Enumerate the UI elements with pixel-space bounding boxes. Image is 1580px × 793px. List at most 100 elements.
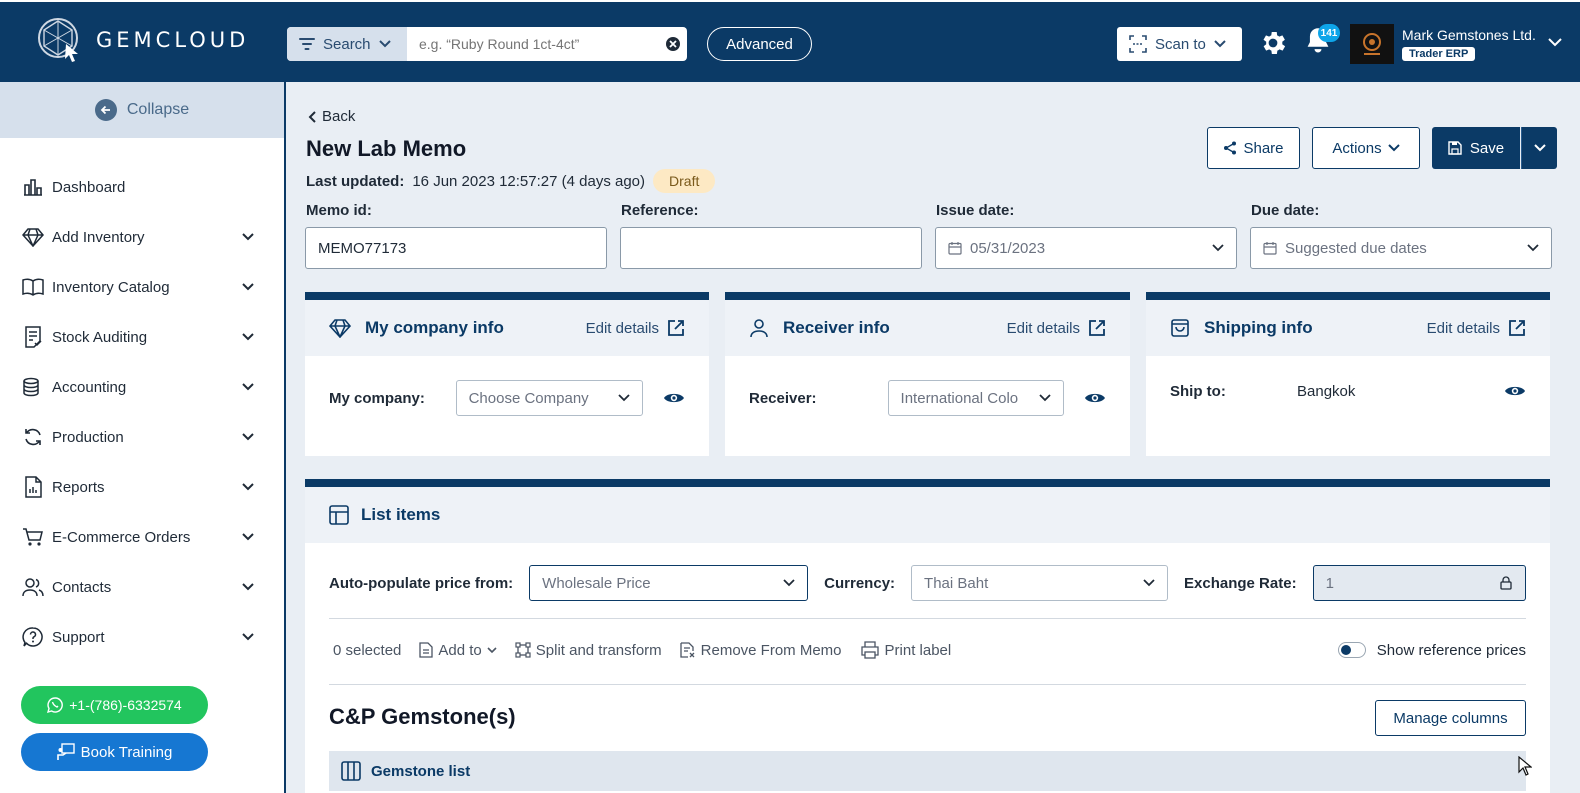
memo-id-value: MEMO77173 <box>318 239 407 257</box>
page-title: New Lab Memo <box>306 136 467 161</box>
advanced-search-button[interactable]: Advanced <box>707 27 812 61</box>
price-source-select[interactable]: Wholesale Price <box>529 565 809 601</box>
chevron-down-icon <box>1214 40 1226 48</box>
scan-to-button[interactable]: Scan to <box>1117 27 1242 61</box>
reference-field[interactable] <box>620 227 922 269</box>
eye-icon[interactable] <box>1504 383 1526 399</box>
search-type-dropdown[interactable]: Search <box>287 27 407 61</box>
notification-count-badge: 141 <box>1318 24 1340 42</box>
list-items-card: List items Auto-populate price from: Who… <box>305 479 1550 793</box>
book-training-button[interactable]: Book Training <box>21 733 208 771</box>
receiver-label: Receiver: <box>749 389 817 407</box>
sidebar-item-label: Reports <box>52 478 105 496</box>
company-label: My company: <box>329 389 425 407</box>
back-link[interactable]: Back <box>308 108 355 125</box>
settings-gear-icon[interactable] <box>1258 28 1288 58</box>
chevron-down-icon <box>1039 394 1051 402</box>
chevron-down-icon <box>1533 144 1546 152</box>
eye-icon[interactable] <box>1084 390 1106 406</box>
table-icon <box>329 505 349 525</box>
chevron-down-icon <box>242 633 254 641</box>
sidebar-item-inventory-catalog[interactable]: Inventory Catalog <box>0 262 284 312</box>
edit-company-details-link[interactable]: Edit details <box>586 319 685 337</box>
clear-search-button[interactable] <box>659 27 687 61</box>
logo[interactable]: GEMCLOUD <box>36 16 249 64</box>
chevron-down-icon <box>242 333 254 341</box>
sidebar-item-ecommerce-orders[interactable]: E-Commerce Orders <box>0 512 284 562</box>
shopping-bag-icon <box>1171 319 1189 337</box>
split-transform-button[interactable]: Split and transform <box>515 642 662 659</box>
remove-from-memo-button[interactable]: Remove From Memo <box>680 642 842 659</box>
edit-details-label: Edit details <box>1426 319 1500 337</box>
calendar-icon <box>1263 242 1277 255</box>
due-date-picker[interactable]: Suggested due dates <box>1250 227 1552 269</box>
checklist-icon <box>22 326 44 348</box>
actions-dropdown[interactable]: Actions <box>1312 127 1420 169</box>
sidebar-item-contacts[interactable]: Contacts <box>0 562 284 612</box>
top-bar: GEMCLOUD Search Advanced Scan to 141 Mar… <box>0 0 1580 82</box>
sidebar-item-dashboard[interactable]: Dashboard <box>0 162 284 212</box>
currency-select[interactable]: Thai Baht <box>911 565 1169 601</box>
chevron-down-icon <box>242 383 254 391</box>
save-options-dropdown[interactable] <box>1521 127 1557 169</box>
print-label-button[interactable]: Print label <box>860 641 951 659</box>
card-body: Receiver: International Colo <box>725 356 1130 440</box>
sidebar-nav: Dashboard Add Inventory Inventory Catalo… <box>0 162 284 662</box>
list-items-title: List items <box>361 505 441 524</box>
exchange-rate-value: 1 <box>1325 574 1334 592</box>
share-button[interactable]: Share <box>1207 127 1300 169</box>
refresh-icon <box>22 426 44 448</box>
collapse-sidebar-button[interactable]: Collapse <box>0 82 284 138</box>
search-bar: Search <box>287 27 687 61</box>
sidebar-item-stock-auditing[interactable]: Stock Auditing <box>0 312 284 362</box>
reference-label: Reference: <box>621 202 699 219</box>
memo-id-label: Memo id: <box>306 202 372 219</box>
scan-icon <box>1129 35 1147 53</box>
search-type-label: Search <box>323 35 371 53</box>
last-updated-label: Last updated: <box>306 172 405 190</box>
sidebar-item-reports[interactable]: Reports <box>0 462 284 512</box>
exchange-rate-field[interactable]: 1 <box>1312 565 1526 601</box>
sidebar-item-production[interactable]: Production <box>0 412 284 462</box>
currency-label: Currency: <box>824 574 896 592</box>
lock-icon <box>1499 576 1512 590</box>
add-to-label: Add to <box>438 641 482 659</box>
search-input[interactable] <box>407 27 659 61</box>
card-header: Shipping info Edit details <box>1146 300 1550 356</box>
edit-details-label: Edit details <box>1006 319 1080 337</box>
printer-icon <box>860 641 879 659</box>
mouse-cursor-icon <box>1518 756 1532 776</box>
company-avatar[interactable] <box>1350 24 1394 64</box>
sidebar-item-add-inventory[interactable]: Add Inventory <box>0 212 284 262</box>
edit-shipping-details-link[interactable]: Edit details <box>1427 319 1526 337</box>
save-button[interactable]: Save <box>1432 127 1520 169</box>
chevron-down-icon <box>618 394 630 402</box>
company-name[interactable]: Mark Gemstones Ltd. <box>1402 27 1536 43</box>
plan-badge: Trader ERP <box>1402 47 1476 61</box>
sidebar-item-label: Support <box>52 628 105 646</box>
edit-receiver-details-link[interactable]: Edit details <box>1007 319 1106 337</box>
pricing-row: Auto-populate price from: Wholesale Pric… <box>329 565 1526 601</box>
manage-columns-button[interactable]: Manage columns <box>1375 700 1526 736</box>
receiver-select[interactable]: International Colo <box>887 380 1065 416</box>
share-label: Share <box>1243 139 1284 157</box>
list-items-header: List items <box>305 487 1550 543</box>
whatsapp-phone-button[interactable]: +1-(786)-6332574 <box>21 686 208 724</box>
currency-value: Thai Baht <box>924 574 989 592</box>
user-icon <box>750 319 768 338</box>
divider <box>329 618 1526 619</box>
memo-id-field[interactable]: MEMO77173 <box>305 227 607 269</box>
share-icon <box>1224 141 1237 155</box>
add-to-dropdown[interactable]: Add to <box>419 641 497 659</box>
eye-icon[interactable] <box>663 390 685 406</box>
company-select[interactable]: Choose Company <box>455 380 644 416</box>
sidebar-item-support[interactable]: Support <box>0 612 284 662</box>
show-reference-prices-toggle[interactable] <box>1337 642 1366 658</box>
issue-date-picker[interactable]: 05/31/2023 <box>935 227 1237 269</box>
gemstone-list-header[interactable]: Gemstone list <box>329 751 1526 791</box>
status-badge: Draft <box>653 169 716 193</box>
chevron-down-icon <box>1143 579 1155 587</box>
chevron-down-icon[interactable] <box>1548 38 1562 47</box>
section-title: C&P Gemstone(s) <box>329 704 516 729</box>
sidebar-item-accounting[interactable]: Accounting <box>0 362 284 412</box>
